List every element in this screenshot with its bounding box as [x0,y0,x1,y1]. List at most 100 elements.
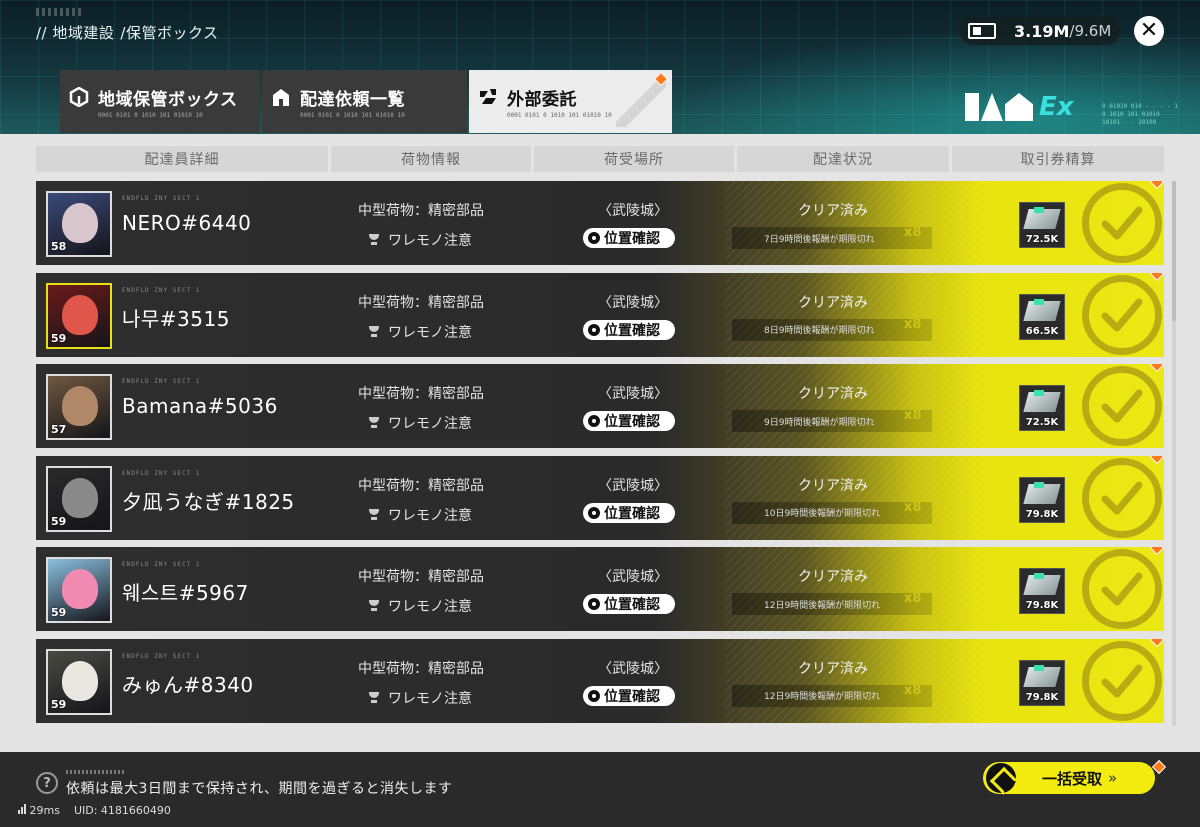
player-level: 59 [51,331,67,345]
handshake-icon [477,86,499,108]
notification-badge [1149,181,1164,190]
cargo-type: 中型荷物：精密部品 [358,203,484,219]
delivery-status: クリア済み [798,660,868,677]
claim-button[interactable] [1082,549,1162,629]
reward-item[interactable]: 72.5K [1019,202,1065,248]
cargo-note: ワレモノ注意 [368,322,472,342]
trophy-icon [368,325,380,338]
reward-item[interactable]: 79.8K [1019,476,1065,523]
player-name-deco: ENDFLD ZNY SECT 1 [122,378,201,385]
notification-badge [1149,272,1164,281]
breadcrumb-item[interactable]: // 地域建設 [36,22,114,43]
map-pin-icon [588,689,600,702]
avatar-portrait [62,294,98,335]
locate-button[interactable]: 位置確認 [583,411,675,431]
locate-label: 位置確認 [604,322,660,339]
column-header-location: 荷受場所 [534,146,734,172]
close-button[interactable]: ✕ [1134,16,1164,46]
brand-logo-text: Ex [1039,92,1074,122]
delivery-status: クリア済み [798,203,868,219]
delivery-row[interactable]: 59 ENDFLD ZNY SECT 1 나무#3515 中型荷物：精密部品 ワ… [36,272,1164,357]
top-header: // 地域建設 /保管ボックス 3.19M /9.6M ✕ Ex 0 01010… [0,0,1200,134]
tab-delivery-list[interactable]: 配達依頼一覧 0001 0101 0 1010 101 01010 10 [262,70,467,133]
locate-button[interactable]: 位置確認 [583,685,675,706]
tab-region-storage[interactable]: 地域保管ボックス 0001 0101 0 1010 101 01010 10 [60,70,260,133]
map-pin-icon [588,323,600,336]
collect-all-label: 一括受取 [1042,769,1103,788]
locate-button[interactable]: 位置確認 [583,502,675,523]
column-header-status: 配達状況 [737,146,949,172]
player-avatar[interactable]: 59 [46,648,112,715]
breadcrumb: // 地域建設 /保管ボックス [36,22,219,43]
currency-display: 3.19M /9.6M [960,17,1120,45]
location-name: 〈武陵城〉 [598,294,668,311]
locate-button[interactable]: 位置確認 [583,594,675,614]
claim-button[interactable] [1082,366,1162,446]
help-icon[interactable]: ? [36,772,58,794]
player-avatar[interactable]: 59 [46,282,112,349]
tab-sub-code: 0001 0101 0 1010 101 01010 10 [300,111,405,119]
player-level: 59 [51,697,67,711]
player-name: 夕凪うなぎ#1825 [122,489,295,514]
reward-multiplier: x8 [904,408,922,423]
delivery-row[interactable]: 59 ENDFLD ZNY SECT 1 みゅん#8340 中型荷物：精密部品 … [36,638,1164,723]
locate-button[interactable]: 位置確認 [583,319,675,340]
collect-all-button[interactable]: 一括受取 » [983,762,1155,794]
reward-item[interactable]: 66.5K [1019,293,1065,340]
battery-icon [968,23,996,39]
checkmark-icon [1101,298,1143,331]
notification-badge [1149,547,1164,556]
claim-button[interactable] [1082,183,1162,263]
claim-button[interactable] [1082,457,1162,538]
uid-value: UID: 4181660490 [73,804,171,817]
player-name-deco: ENDFLD ZNY SECT 1 [122,469,201,477]
reward-expiry: 7日9時間後報酬が期限切れ [732,227,932,249]
player-name-deco: ENDFLD ZNY SECT 1 [122,195,201,202]
scrollbar[interactable] [1172,181,1176,726]
footer-note: 依頼は最大3日間まで保持され、期間を過ぎると消失します [66,781,453,797]
delivery-row[interactable]: 58 ENDFLD ZNY SECT 1 NERO#6440 中型荷物：精密部品… [36,181,1164,265]
cargo-type: 中型荷物：精密部品 [358,294,484,311]
reward-expiry: 10日9時間後報酬が期限切れ [732,501,932,524]
cargo-type: 中型荷物：精密部品 [358,386,484,402]
claim-button[interactable] [1082,274,1162,355]
delivery-status: クリア済み [798,477,868,494]
avatar-portrait [62,477,98,518]
player-avatar[interactable]: 58 [46,191,112,257]
cargo-note: ワレモノ注意 [368,596,472,616]
delivery-row[interactable]: 59 ENDFLD ZNY SECT 1 夕凪うなぎ#1825 中型荷物：精密部… [36,455,1164,540]
currency-max: /9.6M [1069,22,1112,40]
signal-icon [18,804,26,814]
locate-label: 位置確認 [604,597,660,613]
cube-icon [68,86,90,108]
reward-item[interactable]: 72.5K [1019,385,1065,431]
cargo-note-text: ワレモノ注意 [388,233,472,249]
reward-item[interactable]: 79.8K [1019,568,1065,614]
reward-multiplier: x8 [904,682,922,698]
locate-button[interactable]: 位置確認 [583,228,675,248]
delivery-row[interactable]: 57 ENDFLD ZNY SECT 1 Bamana#5036 中型荷物：精密… [36,364,1164,448]
avatar-portrait [62,203,98,243]
trophy-icon [368,691,380,704]
trophy-icon [368,508,380,521]
player-avatar[interactable]: 59 [46,465,112,532]
player-avatar[interactable]: 57 [46,374,112,440]
reward-amount: 79.8K [1025,600,1059,611]
scrollbar-thumb[interactable] [1172,181,1176,321]
column-header-settlement: 取引券精算 [952,146,1164,172]
reward-amount: 66.5K [1025,325,1059,337]
reward-multiplier: x8 [904,316,922,332]
claim-button[interactable] [1082,640,1162,721]
avatar-portrait [62,660,98,701]
player-avatar[interactable]: 59 [46,557,112,623]
delivery-row[interactable]: 59 ENDFLD ZNY SECT 1 웨스트#5967 中型荷物：精密部品 … [36,547,1164,631]
currency-value: 3.19M [1014,21,1070,41]
status-bar: 29ms UID: 4181660490 [18,804,171,817]
cargo-note: ワレモノ注意 [368,230,472,250]
delivery-list: 58 ENDFLD ZNY SECT 1 NERO#6440 中型荷物：精密部品… [36,181,1166,726]
cargo-note-text: ワレモノ注意 [388,599,472,615]
tab-outsourcing[interactable]: 外部委託 0001 0101 0 1010 101 01010 10 [469,70,672,133]
cargo-note: ワレモノ注意 [368,413,472,433]
trophy-icon [368,600,380,612]
reward-item[interactable]: 79.8K [1019,659,1065,706]
